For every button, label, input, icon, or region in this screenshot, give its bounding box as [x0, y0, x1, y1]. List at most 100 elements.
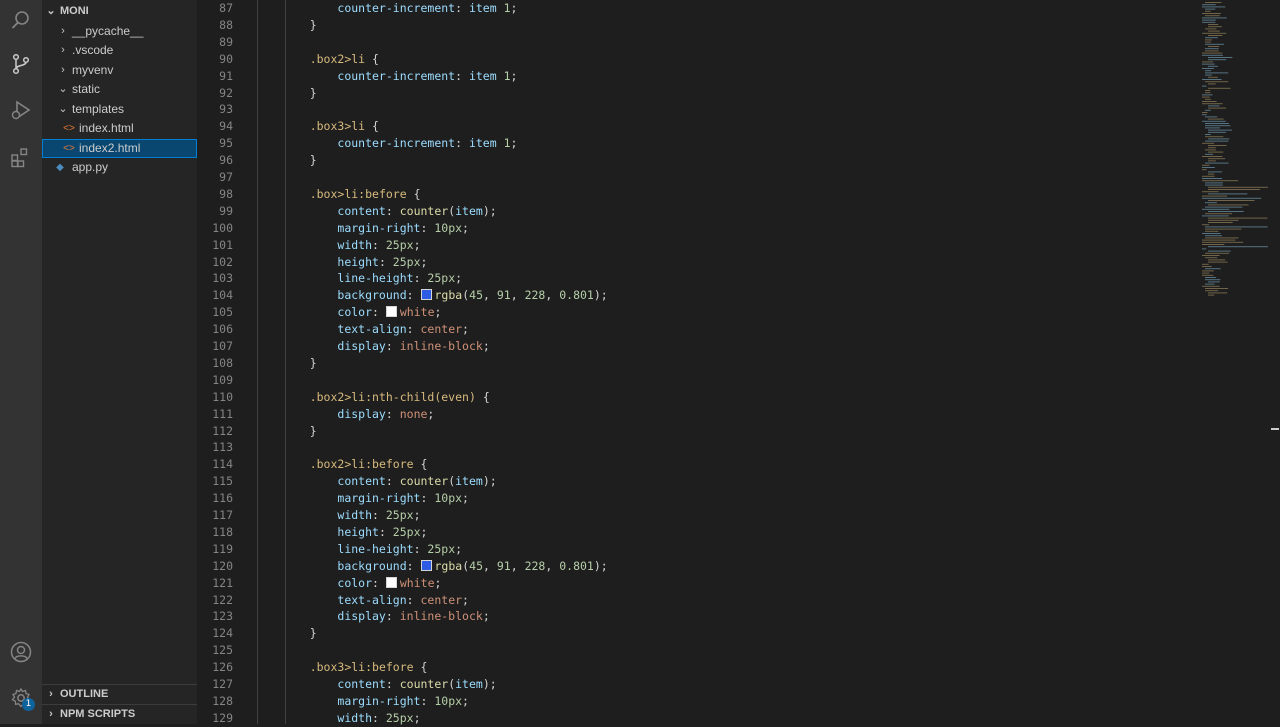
line-number: 118	[212, 524, 233, 539]
code-line[interactable]: .box3>li {	[282, 118, 379, 135]
explorer-root[interactable]: ⌄ MONI	[42, 2, 197, 21]
line-number: 97	[219, 170, 233, 184]
line-number: 88	[219, 17, 233, 32]
html-file-icon: <>	[63, 143, 75, 154]
line-number: 105	[212, 305, 233, 320]
line-number: 96	[219, 153, 233, 168]
line-number: 123	[212, 609, 233, 624]
code-line[interactable]: }	[282, 85, 317, 102]
code-line[interactable]: width: 25px;	[282, 710, 420, 727]
explorer-sidebar: ⌄ MONI › __pycache__ › .vscode › myvenv …	[42, 0, 197, 724]
source-control-icon[interactable]	[0, 46, 42, 82]
code-line[interactable]: content: counter(item);	[282, 473, 496, 490]
code-line[interactable]: color: white;	[282, 575, 441, 592]
tree-item-pycache[interactable]: › __pycache__	[42, 22, 197, 41]
chevron-right-icon: ›	[61, 25, 65, 37]
settings-gear-icon[interactable]: 1	[0, 680, 42, 716]
code-line[interactable]: margin-right: 10px;	[282, 490, 469, 507]
line-number: 112	[212, 423, 233, 438]
tree-item-index2-html[interactable]: <> index2.html	[42, 139, 197, 158]
line-number: 87	[219, 1, 233, 15]
line-number: 91	[219, 68, 233, 83]
code-line[interactable]: display: none;	[282, 406, 434, 423]
line-number: 110	[212, 389, 233, 404]
code-line[interactable]: background: rgba(45, 91, 228, 0.801);	[282, 558, 607, 575]
code-line[interactable]: .box2>li {	[282, 51, 379, 68]
code-line[interactable]: background: rgba(45, 91, 228, 0.801);	[282, 287, 607, 304]
code-line[interactable]: height: 25px;	[282, 254, 427, 271]
line-number: 128	[212, 693, 233, 708]
line-number: 89	[219, 34, 233, 49]
chevron-right-icon: ›	[49, 708, 53, 720]
tree-item-myvenv[interactable]: › myvenv	[42, 61, 197, 80]
line-number: 98	[219, 186, 233, 201]
code-line[interactable]: .box2>li:nth-child(even) {	[282, 389, 490, 406]
code-line[interactable]: content: counter(item);	[282, 676, 496, 693]
extensions-icon[interactable]	[0, 139, 42, 175]
line-number: 94	[219, 119, 233, 134]
tree-item-templates[interactable]: ⌄ templates	[42, 100, 197, 119]
line-number: 95	[219, 136, 233, 151]
line-number: 119	[212, 541, 233, 556]
code-line[interactable]: content: counter(item);	[282, 203, 496, 220]
code-line[interactable]: }	[282, 17, 317, 34]
tree-item-app-py[interactable]: ◆ app.py	[42, 158, 197, 177]
line-number: 124	[212, 626, 233, 641]
editor-scrollbar[interactable]	[1270, 0, 1280, 724]
code-line[interactable]: color: white;	[282, 304, 441, 321]
outline-panel-header[interactable]: › OUTLINE	[42, 685, 197, 704]
code-line[interactable]: display: inline-block;	[282, 338, 489, 355]
code-line[interactable]: line-height: 25px;	[282, 270, 462, 287]
code-line[interactable]: .box2>li:before {	[282, 456, 428, 473]
code-line[interactable]: }	[282, 423, 317, 440]
code-editor[interactable]: 87 counter-increment: item 1; 88 } 89 90 .b…	[197, 0, 1280, 727]
code-line[interactable]: margin-right: 10px;	[282, 220, 469, 237]
run-debug-icon[interactable]	[0, 92, 42, 128]
python-file-icon: ◆	[56, 162, 64, 173]
activity-bar: 1	[0, 0, 42, 724]
line-number: 121	[212, 575, 233, 590]
chevron-right-icon: ›	[61, 64, 65, 76]
indent-guide	[257, 0, 258, 724]
tree-item-index-html[interactable]: <> index.html	[42, 119, 197, 138]
code-line[interactable]: }	[282, 355, 317, 372]
minimap[interactable]	[1200, 0, 1270, 300]
code-line[interactable]: text-align: center;	[282, 321, 469, 338]
code-line[interactable]: .box3>li:before {	[282, 659, 428, 676]
line-number: 117	[212, 508, 233, 522]
line-number: 113	[212, 440, 233, 455]
line-number: 101	[212, 237, 233, 252]
code-line[interactable]: }	[282, 625, 317, 642]
tree-item-vscode[interactable]: › .vscode	[42, 41, 197, 60]
code-line[interactable]: text-align: center;	[282, 592, 469, 609]
line-number: 114	[212, 457, 233, 472]
line-number: 127	[212, 677, 233, 691]
line-number: 103	[212, 271, 233, 286]
html-file-icon: <>	[63, 123, 75, 134]
line-number: 115	[212, 474, 233, 489]
chevron-right-icon: ›	[61, 44, 65, 56]
settings-badge: 1	[22, 698, 35, 711]
account-icon[interactable]	[0, 634, 42, 670]
code-line[interactable]: counter-increment: item 1;	[282, 0, 517, 17]
line-number: 99	[219, 203, 233, 218]
line-number: 90	[219, 51, 233, 66]
search-icon[interactable]	[0, 2, 42, 38]
line-number: 120	[212, 558, 233, 573]
tree-item-static[interactable]: ⌄ static	[42, 80, 197, 99]
code-line[interactable]: height: 25px;	[282, 524, 427, 541]
code-line[interactable]: line-height: 25px;	[282, 541, 462, 558]
line-number: 122	[212, 592, 233, 607]
chevron-down-icon: ⌄	[58, 103, 68, 115]
code-line[interactable]: display: inline-block;	[282, 608, 489, 625]
line-number: 116	[212, 491, 233, 506]
code-line[interactable]: width: 25px;	[282, 237, 420, 254]
npm-scripts-panel-header[interactable]: › NPM SCRIPTS	[42, 705, 197, 724]
code-line[interactable]: }	[282, 152, 317, 169]
code-line[interactable]: margin-right: 10px;	[282, 693, 469, 710]
root-folder-label: MONI	[60, 5, 89, 17]
code-line[interactable]: .box>li:before {	[282, 186, 421, 203]
code-line[interactable]: counter-increment: item 1;	[282, 68, 517, 85]
code-line[interactable]: width: 25px;	[282, 507, 420, 524]
code-line[interactable]: counter-increment: item 1;	[282, 135, 517, 152]
